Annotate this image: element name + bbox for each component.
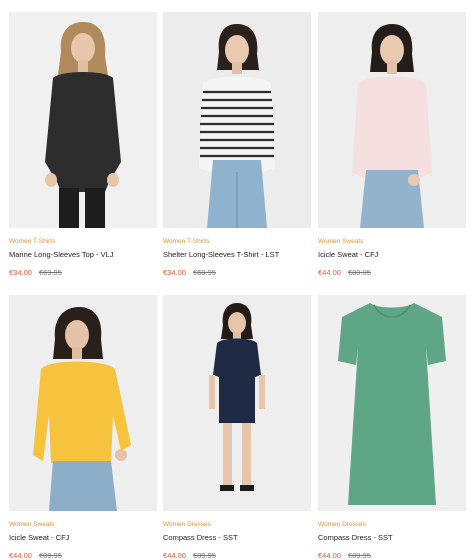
product-category[interactable]: Women Sweats xyxy=(9,521,157,529)
original-price: €89.95 xyxy=(347,551,371,560)
product-title[interactable]: Compass Dress - SST xyxy=(163,533,311,542)
product-grid: Women T-Shirts Marine Long-Sleeves Top -… xyxy=(0,0,475,560)
product-card[interactable]: Women Dresses Compass Dress - SST €44.00… xyxy=(163,295,311,560)
product-image[interactable] xyxy=(9,12,157,228)
original-price: €89.95 xyxy=(192,551,216,560)
product-prices: €44.00 €89.95 xyxy=(9,551,157,560)
product-card[interactable]: Women Dresses Compass Dress - SST €44.00… xyxy=(318,295,466,560)
product-category[interactable]: Women Sweats xyxy=(318,238,466,246)
product-card[interactable]: Women T-Shirts Marine Long-Sleeves Top -… xyxy=(9,12,157,277)
product-title[interactable]: Marine Long-Sleeves Top - VLJ xyxy=(9,250,157,259)
original-price: €69.95 xyxy=(38,268,62,277)
product-prices: €34.00 €69.95 xyxy=(163,268,311,277)
product-prices: €34.00 €69.95 xyxy=(9,268,157,277)
product-card[interactable]: Women T-Shirts Shelter Long-Sleeves T-Sh… xyxy=(163,12,311,277)
product-category[interactable]: Women T-Shirts xyxy=(163,238,311,246)
product-title[interactable]: Shelter Long-Sleeves T-Shirt - LST xyxy=(163,250,311,259)
product-image[interactable] xyxy=(318,295,466,511)
sale-price: €34.00 xyxy=(9,268,32,277)
original-price: €69.95 xyxy=(192,268,216,277)
product-title[interactable]: Icicle Sweat - CFJ xyxy=(9,533,157,542)
sale-price: €44.00 xyxy=(318,551,341,560)
product-title[interactable]: Compass Dress - SST xyxy=(318,533,466,542)
original-price: €89.95 xyxy=(38,551,62,560)
sale-price: €44.00 xyxy=(163,551,186,560)
product-prices: €44.00 €89.95 xyxy=(163,551,311,560)
product-prices: €44.00 €89.95 xyxy=(318,268,466,277)
product-title[interactable]: Icicle Sweat - CFJ xyxy=(318,250,466,259)
product-image[interactable] xyxy=(163,295,311,511)
original-price: €89.95 xyxy=(347,268,371,277)
product-category[interactable]: Women Dresses xyxy=(163,521,311,529)
sale-price: €44.00 xyxy=(318,268,341,277)
product-image[interactable] xyxy=(163,12,311,228)
product-image[interactable] xyxy=(9,295,157,511)
product-prices: €44.00 €89.95 xyxy=(318,551,466,560)
product-card[interactable]: Women Sweats Icicle Sweat - CFJ €44.00 €8… xyxy=(318,12,466,277)
product-category[interactable]: Women Dresses xyxy=(318,521,466,529)
product-category[interactable]: Women T-Shirts xyxy=(9,238,157,246)
product-image[interactable] xyxy=(318,12,466,228)
product-card[interactable]: Women Sweats Icicle Sweat - CFJ €44.00 €8… xyxy=(9,295,157,560)
sale-price: €44.00 xyxy=(9,551,32,560)
sale-price: €34.00 xyxy=(163,268,186,277)
